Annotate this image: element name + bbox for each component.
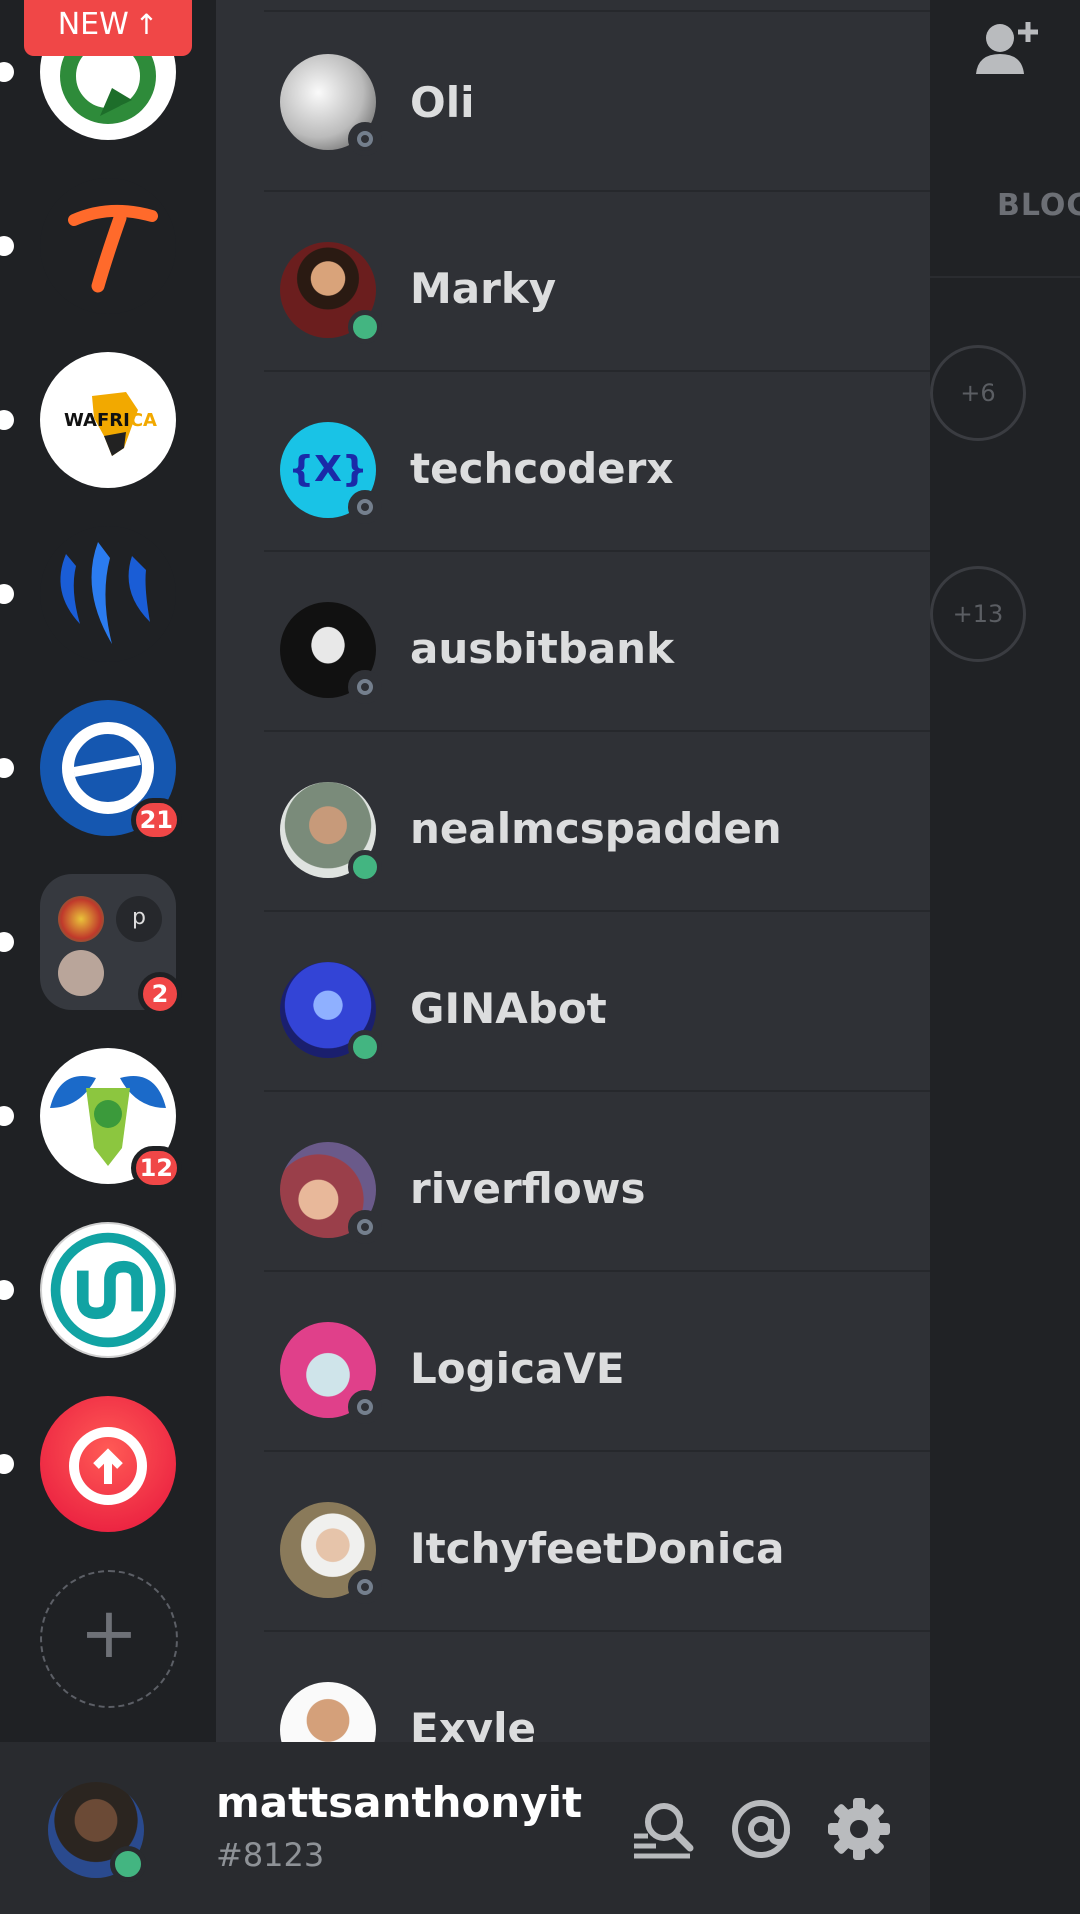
dm-name: LogicaVE	[410, 1344, 625, 1393]
folder-mini-icon	[58, 896, 104, 942]
dm-row-techcoderx[interactable]: {X} techcoderx	[264, 370, 930, 552]
friends-panel-peek: BLOC +6 +13	[930, 0, 1080, 1742]
unread-indicator	[0, 1454, 14, 1474]
server-icon-blue-e[interactable]: 21	[40, 700, 182, 842]
mention-badge: 2	[138, 972, 182, 1016]
ua-logo-icon	[50, 1232, 166, 1348]
plus-icon: +	[79, 1592, 139, 1674]
server-icon-steem-badge[interactable]: 12	[40, 1048, 182, 1190]
wafrica-logo-text-accent: CA	[129, 410, 157, 431]
server-icon-steem[interactable]	[40, 526, 176, 662]
server-icon-wafrica[interactable]: WAFRICA	[40, 352, 176, 488]
dm-name: GINAbot	[410, 984, 607, 1033]
at-mention-icon[interactable]	[728, 1796, 794, 1862]
status-indicator	[348, 122, 382, 156]
status-indicator	[348, 490, 382, 524]
user-panel: mattsanthonyit #8123	[0, 1742, 930, 1914]
t-letter-icon	[68, 204, 158, 293]
mention-badge: 21	[130, 798, 182, 842]
add-server-button[interactable]: +	[40, 1570, 178, 1708]
dm-name: techcoderx	[410, 444, 674, 493]
dm-name: Marky	[410, 264, 557, 313]
dm-row-ginabot[interactable]: GINAbot	[264, 910, 930, 1092]
status-indicator	[348, 1570, 382, 1604]
new-label: NEW	[57, 7, 129, 42]
status-indicator	[348, 310, 382, 344]
folder-mini-icon	[58, 950, 104, 996]
unread-indicator	[0, 410, 14, 430]
server-sidebar: NEW ↑ WAFRICA 21 p 2 12 +	[0, 0, 216, 1742]
status-indicator	[348, 850, 382, 884]
dm-row-nealmcspadden[interactable]: nealmcspadden	[264, 730, 930, 912]
server-folder[interactable]: p 2	[40, 874, 182, 1016]
dm-row-ausbitbank[interactable]: ausbitbank	[264, 550, 930, 732]
unread-indicator	[0, 62, 14, 82]
mention-badge: 12	[130, 1146, 182, 1190]
server-icon-tribe[interactable]	[40, 178, 176, 314]
dm-name: riverflows	[410, 1164, 646, 1213]
status-indicator	[348, 1390, 382, 1424]
folder-mini-letter: p	[116, 896, 162, 942]
dm-row-exyle[interactable]: Exyle	[264, 1630, 930, 1742]
dm-name: ausbitbank	[410, 624, 675, 673]
unread-indicator	[0, 1280, 14, 1300]
dm-row-marky[interactable]: Marky	[264, 190, 930, 372]
user-tag: #8123	[216, 1836, 325, 1874]
unread-indicator	[0, 584, 14, 604]
overflow-count-badge: +6	[930, 345, 1026, 441]
dm-row-itchyfeetdonica[interactable]: ItchyfeetDonica	[264, 1450, 930, 1632]
wafrica-logo-text: WAFRI	[64, 410, 130, 431]
unread-indicator	[0, 932, 14, 952]
camera-upload-icon	[69, 1427, 147, 1505]
status-indicator	[348, 670, 382, 704]
dm-row-oli[interactable]: Oli	[264, 10, 930, 192]
status-indicator	[110, 1846, 146, 1882]
dm-name: ItchyfeetDonica	[410, 1524, 785, 1573]
username: mattsanthonyit	[216, 1778, 583, 1827]
new-unreads-pill[interactable]: NEW ↑	[24, 0, 192, 56]
user-panel-peek	[930, 1742, 1080, 1914]
gear-icon[interactable]	[826, 1796, 892, 1862]
overflow-count-badge: +13	[930, 566, 1026, 662]
server-icon-camera-upload[interactable]	[40, 1396, 176, 1532]
add-friend-icon[interactable]	[972, 16, 1042, 76]
unread-indicator	[0, 758, 14, 778]
unread-indicator	[0, 1106, 14, 1126]
tab-blocked[interactable]: BLOC	[997, 188, 1080, 223]
search-icon[interactable]	[630, 1796, 696, 1862]
dm-row-logicave[interactable]: LogicaVE	[264, 1270, 930, 1452]
unread-indicator	[0, 236, 14, 256]
dm-name: nealmcspadden	[410, 804, 782, 853]
avatar-text: {X}	[288, 449, 368, 490]
direct-messages-list: Oli Marky {X} techcoderx ausbitbank neal…	[216, 0, 930, 1742]
dm-name: Exyle	[410, 1704, 537, 1742]
divider	[930, 276, 1080, 278]
dm-name: Oli	[410, 78, 475, 127]
dm-row-riverflows[interactable]: riverflows	[264, 1090, 930, 1272]
server-icon-ua[interactable]	[40, 1222, 176, 1358]
status-indicator	[348, 1210, 382, 1244]
steem-logo-icon	[60, 542, 150, 644]
arrow-up-icon: ↑	[134, 8, 159, 41]
status-indicator	[348, 1030, 382, 1064]
avatar	[280, 1682, 376, 1742]
